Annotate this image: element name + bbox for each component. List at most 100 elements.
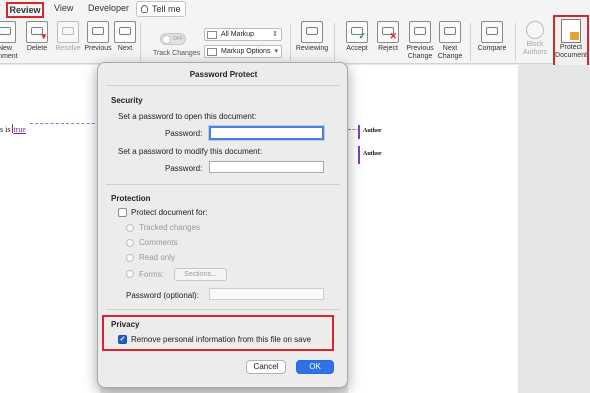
- resolve-comment-icon: [57, 21, 79, 43]
- resolve-label: Resolve: [55, 45, 81, 52]
- ribbon-separator: [140, 23, 141, 61]
- chevron-updown-icon: ⇕: [272, 31, 278, 38]
- ribbon-tab-bar: Review View Developer Tell me: [0, 0, 590, 19]
- previous-change-button[interactable]: Previous Change: [404, 21, 436, 61]
- protect-document-icon: [561, 19, 581, 43]
- toggle-state: OFF: [173, 36, 183, 42]
- display-for-review-select[interactable]: All Markup ⇕: [204, 28, 282, 41]
- ok-button[interactable]: OK: [296, 360, 334, 374]
- forms-radio[interactable]: [126, 270, 134, 278]
- next-change-icon: [439, 21, 461, 43]
- tab-developer[interactable]: Developer: [88, 3, 129, 13]
- open-password-field[interactable]: [209, 126, 324, 140]
- new-comment-button[interactable]: New omment: [0, 21, 20, 61]
- lightbulb-icon: [141, 5, 148, 13]
- accept-label: Accept: [346, 45, 368, 52]
- track-changes-label: Track Changes: [153, 50, 201, 57]
- comment-author[interactable]: Author: [363, 128, 382, 134]
- comments-label: Comments: [139, 238, 178, 247]
- document-page-left: [0, 65, 100, 393]
- new-comment-icon: [0, 21, 16, 43]
- delete-comment-button[interactable]: ▾ Delete: [24, 21, 50, 53]
- tell-me-label: Tell me: [152, 4, 181, 14]
- reviewing-pane-icon: [301, 21, 323, 43]
- previous-comment-button[interactable]: Previous: [84, 21, 112, 53]
- next-comment-icon: [114, 21, 136, 43]
- document-page-right: [348, 65, 518, 393]
- sections-button[interactable]: Sections...: [174, 268, 227, 281]
- read-only-radio[interactable]: [126, 254, 134, 262]
- tab-review[interactable]: Review: [6, 2, 44, 18]
- all-markup-value: All Markup: [221, 31, 255, 38]
- next-change-button[interactable]: Next Change: [436, 21, 464, 61]
- reject-icon: ✕: [377, 21, 399, 43]
- protection-heading: Protection: [111, 194, 151, 203]
- cancel-button[interactable]: Cancel: [246, 360, 286, 374]
- toggle-knob: [162, 35, 171, 44]
- privacy-heading: Privacy: [111, 320, 140, 329]
- new-comment-label: New omment: [0, 45, 18, 60]
- next-label: Next: [117, 45, 133, 52]
- modify-password-field[interactable]: [209, 161, 324, 173]
- delete-comment-icon: ▾: [26, 21, 48, 43]
- previous-label: Previous: [84, 45, 112, 52]
- remove-personal-info-checkbox[interactable]: ✓: [118, 335, 127, 344]
- protect-document-for-label: Protect document for:: [131, 208, 208, 217]
- password-protect-dialog: Password Protect Security Set a password…: [97, 62, 348, 388]
- delete-label: Delete: [26, 45, 48, 52]
- inserted-text: true: [13, 125, 26, 134]
- comment-author[interactable]: Author: [363, 151, 382, 157]
- read-only-label: Read only: [139, 253, 176, 262]
- open-password-description: Set a password to open this document:: [118, 112, 257, 121]
- tab-view[interactable]: View: [54, 3, 73, 13]
- markup-line: [30, 123, 100, 124]
- reviewing-pane-button[interactable]: Reviewing: [294, 21, 330, 53]
- document-text[interactable]: s is true: [0, 124, 26, 134]
- comments-radio[interactable]: [126, 239, 134, 247]
- ribbon-separator: [470, 23, 471, 61]
- divider: [106, 309, 340, 310]
- resolve-comment-button[interactable]: Resolve: [54, 21, 82, 53]
- tracked-changes-radio[interactable]: [126, 224, 134, 232]
- block-authors-label: Block Authors: [522, 41, 548, 56]
- divider: [106, 85, 340, 86]
- reviewing-label: Reviewing: [295, 45, 329, 52]
- protect-document-button[interactable]: Protect Document: [553, 15, 589, 67]
- markup-icon: [207, 31, 217, 39]
- block-authors-icon: [526, 21, 544, 39]
- reject-label: Reject: [378, 45, 398, 52]
- accept-icon: ✓: [346, 21, 368, 43]
- track-changes-toggle[interactable]: OFF: [160, 33, 186, 45]
- open-password-label: Password:: [165, 129, 203, 138]
- next-comment-button[interactable]: Next: [114, 21, 136, 53]
- review-ribbon: New omment ▾ Delete Resolve Previous Nex…: [0, 19, 590, 64]
- protect-document-label: Protect Document: [555, 44, 587, 59]
- security-heading: Security: [111, 96, 143, 105]
- comment-bar: [358, 146, 360, 164]
- comment-bar: [358, 125, 360, 139]
- accept-button[interactable]: ✓ Accept: [341, 21, 373, 53]
- previous-comment-icon: [87, 21, 109, 43]
- modify-password-description: Set a password to modify this document:: [118, 147, 263, 156]
- previous-change-icon: [409, 21, 431, 43]
- block-authors-button[interactable]: Block Authors: [519, 21, 551, 57]
- document-text-prefix: s is: [0, 125, 13, 134]
- previous-change-label: Previous Change: [406, 45, 434, 60]
- reject-button[interactable]: ✕ Reject: [373, 21, 403, 53]
- compare-icon: [481, 21, 503, 43]
- tracked-changes-label: Tracked changes: [139, 223, 201, 232]
- password-optional-label: Password (optional):: [126, 291, 199, 300]
- markup-options-label: Markup Options: [221, 48, 271, 55]
- protect-document-checkbox[interactable]: [118, 208, 127, 217]
- dialog-title: Password Protect: [189, 70, 258, 79]
- protection-password-field[interactable]: [209, 288, 324, 300]
- document-gutter: [518, 65, 590, 393]
- compare-label: Compare: [477, 45, 507, 52]
- divider: [106, 184, 340, 185]
- markup-options-button[interactable]: Markup Options ▾: [204, 45, 282, 58]
- chevron-down-icon: ▾: [274, 48, 278, 55]
- compare-button[interactable]: Compare: [474, 21, 510, 53]
- tell-me-box[interactable]: Tell me: [136, 1, 186, 17]
- modify-password-label: Password:: [165, 164, 203, 173]
- ribbon-separator: [290, 23, 291, 61]
